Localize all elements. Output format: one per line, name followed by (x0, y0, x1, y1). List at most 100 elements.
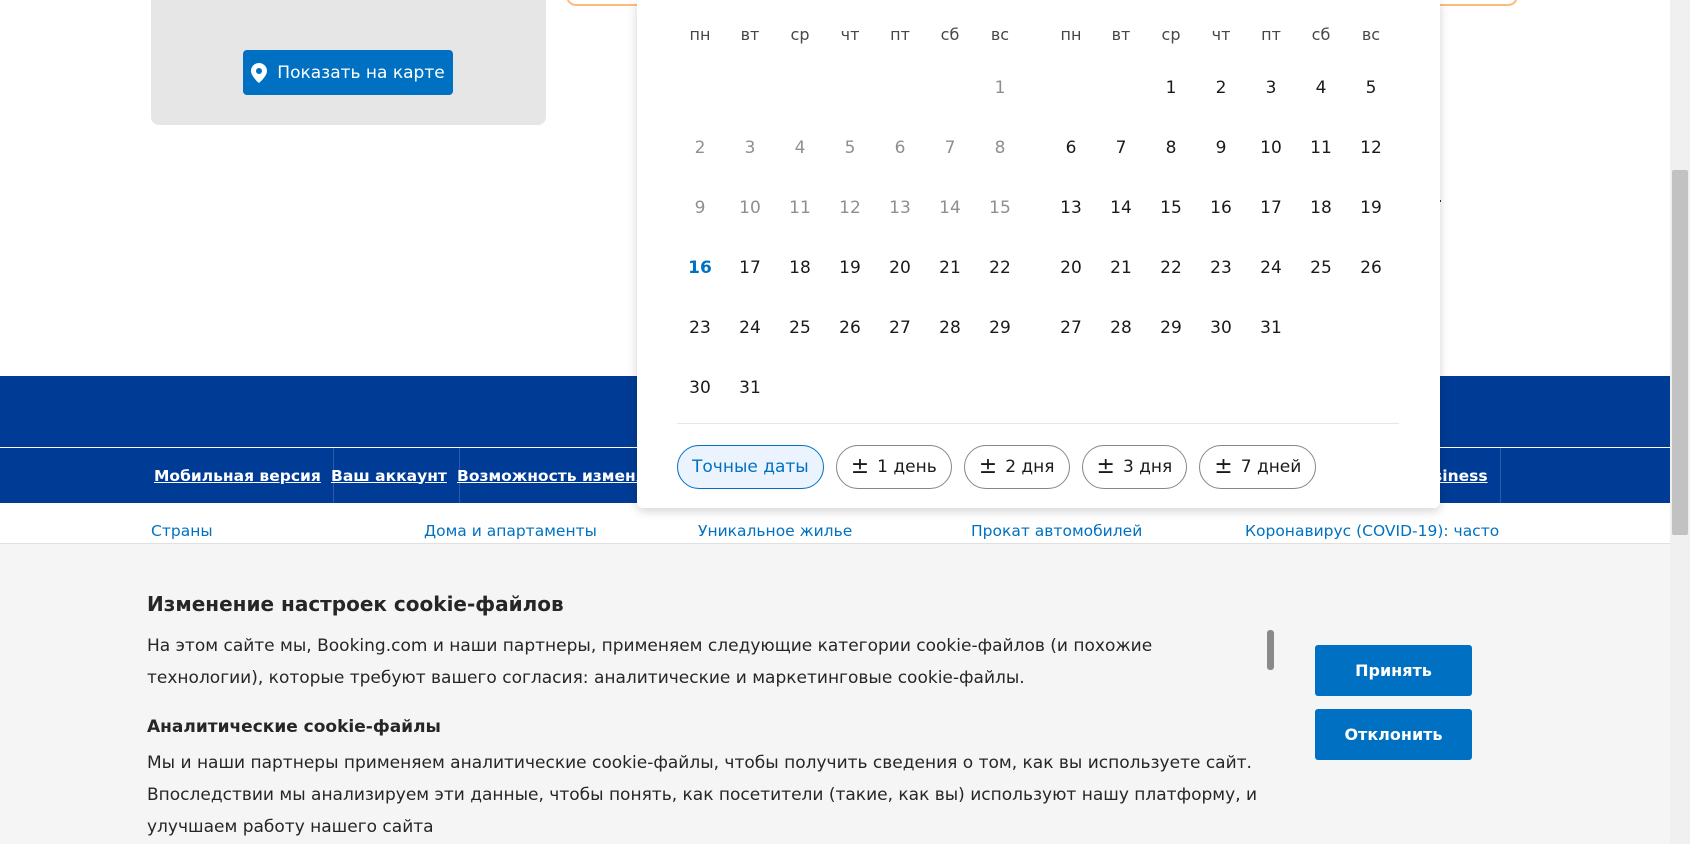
reject-cookies-button[interactable]: Отклонить (1315, 709, 1472, 760)
weekday-label: сб (1311, 25, 1331, 44)
calendar-day[interactable]: 16 (1196, 188, 1246, 228)
calendar-day: 11 (789, 198, 811, 218)
calendar-day: 3 (744, 138, 756, 158)
calendar-day[interactable]: 6 (1046, 128, 1096, 168)
calendar-day[interactable]: 24 (725, 308, 775, 348)
weekday-label: пн (1060, 25, 1082, 44)
calendar-day[interactable]: 9 (1196, 128, 1246, 168)
calendar-day[interactable]: 28 (925, 308, 975, 348)
weekday-label: чт (840, 25, 860, 44)
calendar-day: 10 (739, 198, 761, 218)
calendar-day[interactable]: 19 (825, 248, 875, 288)
calendar-day[interactable]: 12 (1346, 128, 1396, 168)
weekday-label: чт (1211, 25, 1231, 44)
calendar-day[interactable]: 2 (1196, 68, 1246, 108)
weekday-label: сб (940, 25, 960, 44)
flex-date-chip-label: 7 дней (1240, 457, 1302, 477)
date-picker: пн вт ср чт пт сб вс 1 2 3 4 5 6 7 8 9 10 11 12 13 14 15 16 17 1… (637, 0, 1440, 508)
calendar-day[interactable]: 4 (1296, 68, 1346, 108)
calendar-day[interactable]: 28 (1096, 308, 1146, 348)
calendar-day[interactable]: 26 (825, 308, 875, 348)
calendar-day[interactable]: 31 (1246, 308, 1296, 348)
weekday-label: пт (890, 25, 910, 44)
calendar-day[interactable]: 30 (675, 368, 725, 408)
calendar-day[interactable]: 22 (975, 248, 1025, 288)
calendar-day[interactable]: 19 (1346, 188, 1396, 228)
weekday-label: вс (1361, 25, 1381, 44)
calendar-day[interactable]: 23 (1196, 248, 1246, 288)
calendar-day[interactable]: 5 (1346, 68, 1396, 108)
calendar-day: 4 (794, 138, 806, 158)
flex-date-chip-label: Точные даты (692, 457, 809, 477)
footer-nav-account[interactable]: Ваш аккаунт (319, 448, 460, 503)
footer-link-homes[interactable]: Дома и апартаменты (424, 522, 597, 540)
calendar-day[interactable]: 18 (1296, 188, 1346, 228)
calendar-day: 6 (894, 138, 906, 158)
calendar-day[interactable]: 11 (1296, 128, 1346, 168)
footer-link-covid[interactable]: Коронавирус (COVID-19): часто (1245, 522, 1499, 540)
footer-link-countries[interactable]: Страны (151, 522, 213, 540)
cookie-title: Изменение настроек cookie-файлов (147, 592, 564, 616)
flex-date-chip[interactable]: Точные даты (677, 445, 824, 489)
calendar-day[interactable]: 3 (1246, 68, 1296, 108)
calendar-day: 5 (844, 138, 856, 158)
cookie-scrollbar[interactable] (1267, 630, 1274, 670)
flex-date-chip[interactable]: ±3 дня (1081, 445, 1188, 489)
weekday-label: ср (790, 25, 810, 44)
calendar-day[interactable]: 15 (1146, 188, 1196, 228)
calendar-day[interactable]: 30 (1196, 308, 1246, 348)
calendar-day[interactable]: 27 (875, 308, 925, 348)
flex-date-chip-label: 2 дня (1005, 457, 1055, 477)
calendar-day[interactable]: 7 (1096, 128, 1146, 168)
page-scrollbar-thumb[interactable] (1672, 170, 1688, 535)
cookie-banner: Изменение настроек cookie-файлов На этом… (0, 543, 1670, 844)
calendar-day[interactable]: 16 (675, 248, 725, 288)
flex-date-chip-label: 1 день (877, 457, 937, 477)
weekday-label: пн (689, 25, 711, 44)
cookie-intro: На этом сайте мы, Booking.com и наши пар… (147, 636, 1153, 688)
weekday-label: вт (740, 25, 760, 44)
map-pin-icon (251, 62, 268, 83)
calendar-day: 8 (994, 138, 1006, 158)
calendar-day[interactable]: 17 (1246, 188, 1296, 228)
calendar-day[interactable]: 22 (1146, 248, 1196, 288)
calendar-day[interactable]: 10 (1246, 128, 1296, 168)
weekday-label: вт (1111, 25, 1131, 44)
show-on-map-button[interactable]: Показать на карте (243, 50, 453, 95)
calendar-day[interactable]: 29 (975, 308, 1025, 348)
calendar-day: 14 (939, 198, 961, 218)
calendar-day[interactable]: 8 (1146, 128, 1196, 168)
footer-nav-change-booking[interactable]: Возможность изменят (445, 448, 668, 503)
calendar-day[interactable]: 23 (675, 308, 725, 348)
calendar-day[interactable]: 27 (1046, 308, 1096, 348)
calendar-day: 12 (839, 198, 861, 218)
calendar-day: 15 (989, 198, 1011, 218)
plus-minus-icon: ± (1096, 454, 1115, 479)
flex-date-chip[interactable]: ±7 дней (1199, 445, 1317, 489)
calendar-day[interactable]: 25 (1296, 248, 1346, 288)
calendar-day[interactable]: 1 (1146, 68, 1196, 108)
accept-cookies-button[interactable]: Принять (1315, 645, 1472, 696)
calendar-day[interactable]: 17 (725, 248, 775, 288)
footer-link-unique[interactable]: Уникальное жилье (698, 522, 852, 540)
date-flexibility-chips: Точные даты ±1 день ±2 дня ±3 дня ±7 дней (677, 445, 1317, 489)
calendar-day[interactable]: 21 (1096, 248, 1146, 288)
flex-date-chip[interactable]: ±2 дня (963, 445, 1070, 489)
flex-date-chip[interactable]: ±1 день (835, 445, 952, 489)
calendar-day[interactable]: 29 (1146, 308, 1196, 348)
calendar-day[interactable]: 18 (775, 248, 825, 288)
plus-minus-icon: ± (978, 454, 998, 479)
calendar-day[interactable]: 13 (1046, 188, 1096, 228)
calendar-day[interactable]: 25 (775, 308, 825, 348)
calendar-day[interactable]: 14 (1096, 188, 1146, 228)
calendar-day[interactable]: 21 (925, 248, 975, 288)
calendar-day[interactable]: 20 (1046, 248, 1096, 288)
divider (677, 423, 1399, 424)
calendar-day[interactable]: 24 (1246, 248, 1296, 288)
calendar-day[interactable]: 20 (875, 248, 925, 288)
calendar-day[interactable]: 31 (725, 368, 775, 408)
calendar-day[interactable]: 26 (1346, 248, 1396, 288)
calendar-day: 7 (944, 138, 956, 158)
footer-nav-mobile[interactable]: Мобильная версия (142, 448, 334, 503)
footer-link-car-rental[interactable]: Прокат автомобилей (971, 522, 1142, 540)
